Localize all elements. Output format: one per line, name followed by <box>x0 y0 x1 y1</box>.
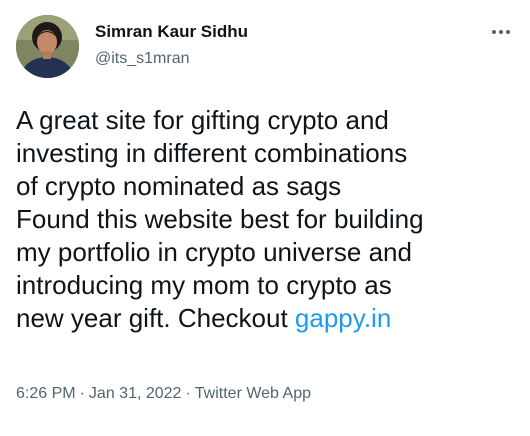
tweet-text-line: A great site for gifting crypto and <box>16 105 389 135</box>
tweet-date[interactable]: Jan 31, 2022 <box>89 385 182 402</box>
tweet-text-line: new year gift. Checkout <box>16 303 295 333</box>
author-name[interactable]: Simran Kaur Sidhu <box>95 22 248 42</box>
more-horizontal-icon <box>492 30 496 34</box>
tweet-source[interactable]: Twitter Web App <box>195 385 311 402</box>
tweet-text-line: Found this website best for building <box>16 204 424 234</box>
tweet-text-line: investing in different combinations <box>16 138 408 168</box>
author-handle[interactable]: @its_s1mran <box>95 49 190 69</box>
tweet-time[interactable]: 6:26 PM <box>16 385 76 402</box>
tweet-text: A great site for gifting crypto and inve… <box>16 104 516 335</box>
tweet-card: Simran Kaur Sidhu @its_s1mran A great si… <box>0 0 530 436</box>
user-avatar-icon <box>16 15 79 78</box>
tweet-link[interactable]: gappy.in <box>295 303 391 333</box>
meta-separator: · <box>79 385 85 402</box>
more-horizontal-icon-dot <box>506 30 510 34</box>
tweet-text-line: of crypto nominated as sags <box>16 171 342 201</box>
tweet-meta: 6:26 PM · Jan 31, 2022 · Twitter Web App <box>16 384 311 404</box>
tweet-text-line: introducing my mom to crypto as <box>16 270 392 300</box>
tweet-text-line: my portfolio in crypto universe and <box>16 237 412 267</box>
more-horizontal-icon-dot <box>499 30 503 34</box>
more-options-button[interactable] <box>484 20 518 44</box>
author-avatar[interactable] <box>16 15 79 78</box>
meta-separator: · <box>185 385 191 402</box>
